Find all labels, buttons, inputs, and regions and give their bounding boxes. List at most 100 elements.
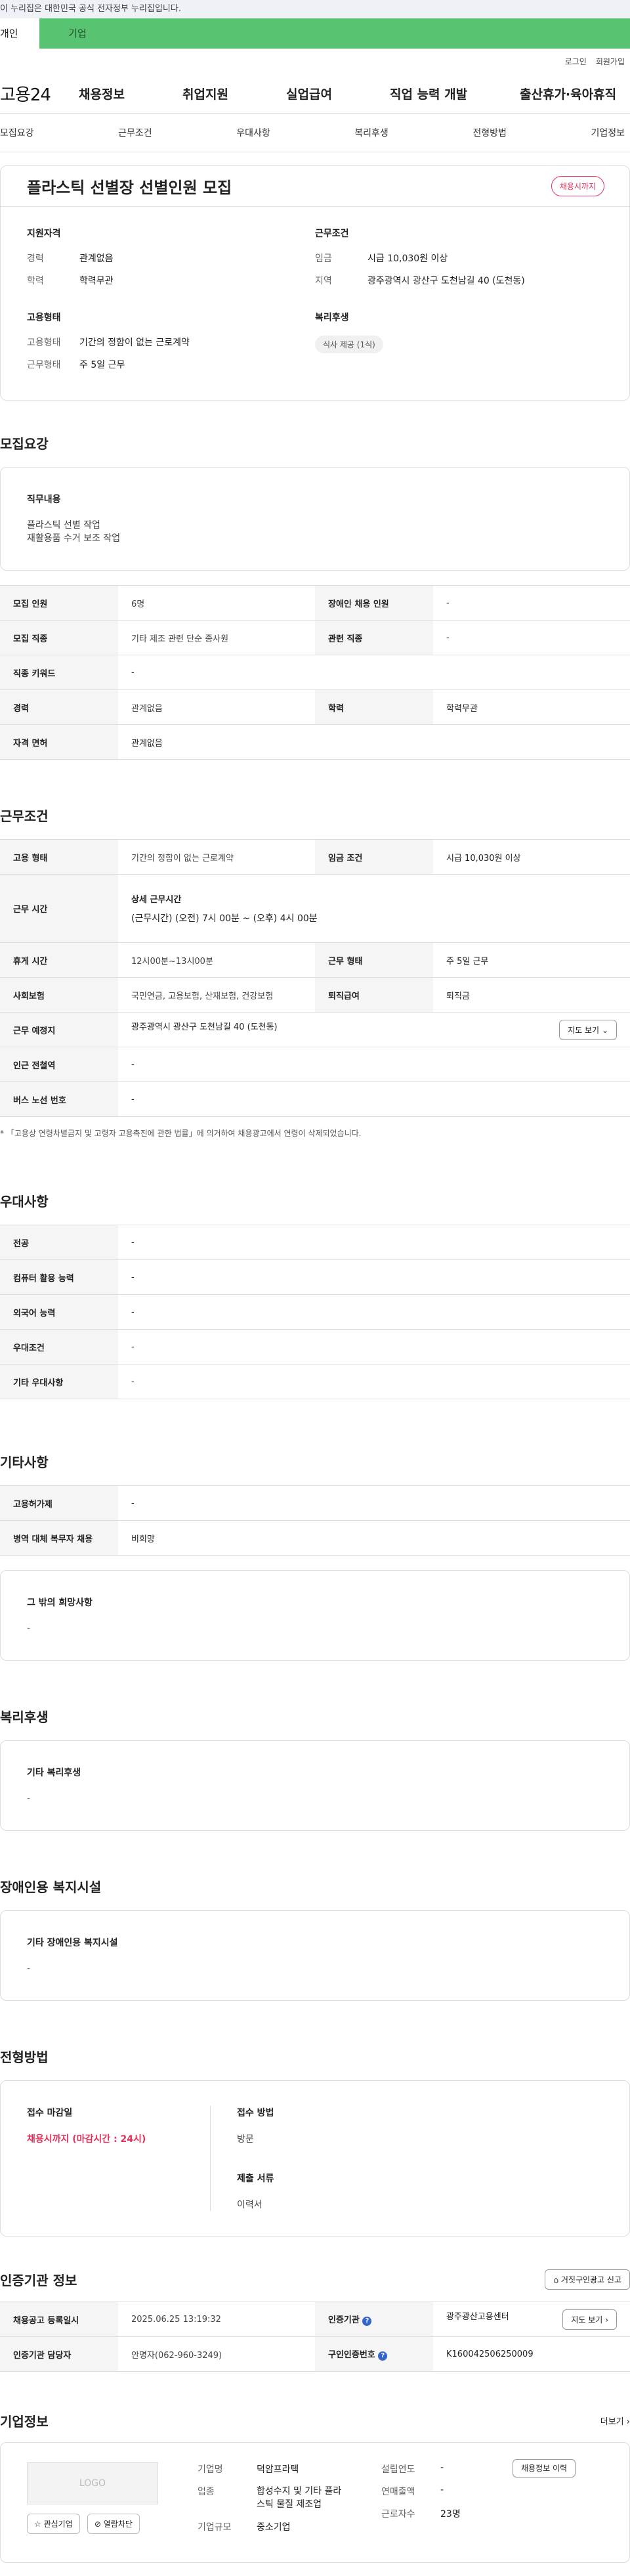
- row-value: 광주광역시 광산구 도천남길 40 (도천동) 지도 보기 ⌄: [118, 1012, 630, 1047]
- company-value: -: [440, 2485, 444, 2495]
- tab-personal[interactable]: 개인: [0, 18, 39, 49]
- table-row: 모집 인원 6명 장애인 채용 인원 -: [0, 585, 630, 621]
- gnb-item-support[interactable]: 취업지원: [182, 85, 286, 102]
- fav-company-button[interactable]: ☆ 관심기업: [27, 2514, 80, 2534]
- table-row: 컴퓨터 활용 능력 -: [0, 1259, 630, 1295]
- summary-row: 근무형태 주 5일 근무: [27, 358, 315, 371]
- company-value: 덕암프라텍: [257, 2464, 299, 2475]
- gnb-item-training[interactable]: 직업 능력 개발: [390, 85, 520, 102]
- gnb-item-jobs[interactable]: 채용정보: [79, 85, 182, 102]
- lnb-recruit[interactable]: 모집요강: [0, 126, 34, 139]
- summary-key: 학력: [27, 276, 44, 286]
- row-value: 학력무관: [433, 689, 630, 725]
- hours-subtitle: 상세 근무시간: [131, 895, 182, 905]
- home-icon: ⌂: [553, 2275, 559, 2284]
- table-row: 사회보험 국민연금, 고용보험, 산재보험, 건강보험 퇴직급여 퇴직금: [0, 977, 630, 1013]
- company-logo: LOGO: [27, 2462, 158, 2504]
- lnb-company[interactable]: 기업정보: [591, 126, 625, 139]
- company-info-right: 설립연도 - 연매출액 - 근로자수 23명: [381, 2462, 486, 2543]
- summary-value: 시급 10,030원 이상: [368, 253, 448, 264]
- docs-value: 이력서: [237, 2200, 262, 2210]
- other-wish-heading: 그 밖의 희망사항: [27, 1598, 93, 1608]
- other-wish-value: -: [27, 1623, 31, 1634]
- history-button[interactable]: 채용정보 이력: [513, 2459, 576, 2478]
- company-actions: 채용정보 이력: [513, 2459, 576, 2543]
- tab-company[interactable]: 기업: [39, 18, 116, 49]
- row-value: -: [118, 655, 630, 690]
- row-header: 자격 면허: [0, 724, 118, 760]
- lnb-work[interactable]: 근무조건: [118, 126, 152, 139]
- block-icon: ⊘: [94, 2520, 101, 2529]
- row-value: 비희망: [118, 1520, 630, 1556]
- info-icon[interactable]: ?: [378, 2351, 388, 2361]
- company-key: 업종: [198, 2487, 215, 2497]
- summary-key: 지역: [315, 276, 332, 286]
- company-key: 연매출액: [381, 2487, 415, 2497]
- gnb-item-benefit[interactable]: 실업급여: [286, 85, 390, 102]
- report-button-label: 거짓구인광고 신고: [560, 2275, 621, 2284]
- lnb-apply[interactable]: 전형방법: [472, 126, 507, 139]
- etc-table: 고용허가제 - 병역 대체 복무자 채용 비희망: [0, 1485, 630, 1556]
- row-value: 기간의 정함이 없는 근로계약: [118, 839, 315, 875]
- login-link[interactable]: 로그인: [565, 56, 587, 67]
- row-header: 버스 노선 번호: [0, 1081, 118, 1117]
- summary-value: 관계없음: [79, 253, 114, 264]
- summary-value: 학력무관: [79, 276, 114, 286]
- site-logo[interactable]: 고용24: [0, 81, 79, 106]
- row-header: 장애인 채용 인원: [315, 585, 433, 621]
- table-row: 채용공고 등록일시 2025.06.25 13:19:32 인증기관 ? 광주광산고용…: [0, 2302, 630, 2337]
- row-value: 관계없음: [118, 689, 315, 725]
- lnb-prefer[interactable]: 우대사항: [236, 126, 270, 139]
- row-header: 휴게 시간: [0, 942, 118, 978]
- table-row: 버스 노선 번호 -: [0, 1081, 630, 1117]
- apply-section-title: 전형방법: [0, 2049, 49, 2065]
- row-header: 임금 조건: [315, 839, 433, 875]
- row-header: 모집 인원: [0, 585, 118, 621]
- map-button[interactable]: 지도 보기 ⌄: [559, 1019, 617, 1040]
- row-value: -: [118, 1047, 630, 1082]
- user-tabs: 개인 기업: [0, 18, 630, 49]
- condition-heading: 근무조건: [315, 229, 349, 239]
- summary-row: 경력 관계없음: [27, 251, 315, 265]
- table-row: 전공 -: [0, 1225, 630, 1260]
- row-header: 관련 직종: [315, 620, 433, 655]
- company-info: 기업명 덕암프라텍 업종 합성수지 및 기타 플라스틱 물질 제조업 기업규모 중소기…: [198, 2459, 576, 2543]
- row-value: 6명: [118, 585, 315, 621]
- row-value: -: [118, 1259, 630, 1295]
- report-button[interactable]: ⌂ 거짓구인광고 신고: [545, 2269, 630, 2290]
- summary-left: 지원자격 경력 관계없음 학력 학력무관 고용형태 고용형태 기간의 정함이 없는 근…: [27, 227, 315, 380]
- company-value: 23명: [440, 2509, 461, 2520]
- no-label: 구인인증번호: [328, 2350, 375, 2360]
- gnb-item-leave[interactable]: 출산휴가·육아휴직: [520, 85, 616, 102]
- org-map-button[interactable]: 지도 보기 ›: [562, 2309, 617, 2330]
- company-key: 설립연도: [381, 2464, 415, 2475]
- summary-value: 광주광역시 광산구 도천남길 40 (도천동): [368, 276, 525, 286]
- table-row: 인근 전철역 -: [0, 1047, 630, 1082]
- row-value: -: [118, 1329, 630, 1364]
- company-value: 합성수지 및 기타 플라스틱 물질 제조업: [257, 2486, 342, 2510]
- cert-table: 채용공고 등록일시 2025.06.25 13:19:32 인증기관 ? 광주광산고용…: [0, 2302, 630, 2372]
- row-header: 컴퓨터 활용 능력: [0, 1259, 118, 1295]
- cert-header: 인증기관 정보 ⌂ 거짓구인광고 신고: [0, 2269, 630, 2290]
- company-card: LOGO ☆ 관심기업 ⊘ 열람차단 기업명 덕암프라텍 업종 합성수지 및 기타 …: [0, 2442, 630, 2563]
- duty-line: 재활용품 수거 보조 작업: [27, 533, 121, 544]
- row-header: 사회보험: [0, 977, 118, 1013]
- company-row: 업종 합성수지 및 기타 플라스틱 물질 제조업: [198, 2485, 355, 2511]
- lnb-benefit[interactable]: 복리후생: [354, 126, 388, 139]
- block-view-button[interactable]: ⊘ 열람차단: [87, 2514, 140, 2534]
- summary-grid: 지원자격 경력 관계없음 학력 학력무관 고용형태 고용형태 기간의 정함이 없는 근…: [1, 207, 629, 400]
- tab-bar-fill: [116, 18, 630, 49]
- signup-link[interactable]: 회원가입: [596, 56, 625, 67]
- row-header: 구인인증번호 ?: [315, 2336, 433, 2372]
- summary-row: 학력 학력무관: [27, 274, 315, 287]
- summary-key: 경력: [27, 253, 44, 264]
- method-value: 방문: [237, 2134, 254, 2145]
- more-link[interactable]: 더보기 ›: [600, 2414, 630, 2427]
- local-nav: 모집요강 근무조건 우대사항 복리후생 전형방법 기업정보: [0, 113, 630, 152]
- info-icon[interactable]: ?: [362, 2317, 372, 2326]
- company-row: 기업명 덕암프라텍: [198, 2462, 355, 2476]
- summary-row: 지역 광주광역시 광산구 도천남길 40 (도천동): [315, 274, 603, 287]
- summary-key: 임금: [315, 253, 332, 264]
- row-value: 상세 근무시간 (근무시간) (오전) 7시 00분 ~ (오후) 4시 00분: [118, 874, 630, 943]
- company-section-title: 기업정보: [0, 2414, 49, 2430]
